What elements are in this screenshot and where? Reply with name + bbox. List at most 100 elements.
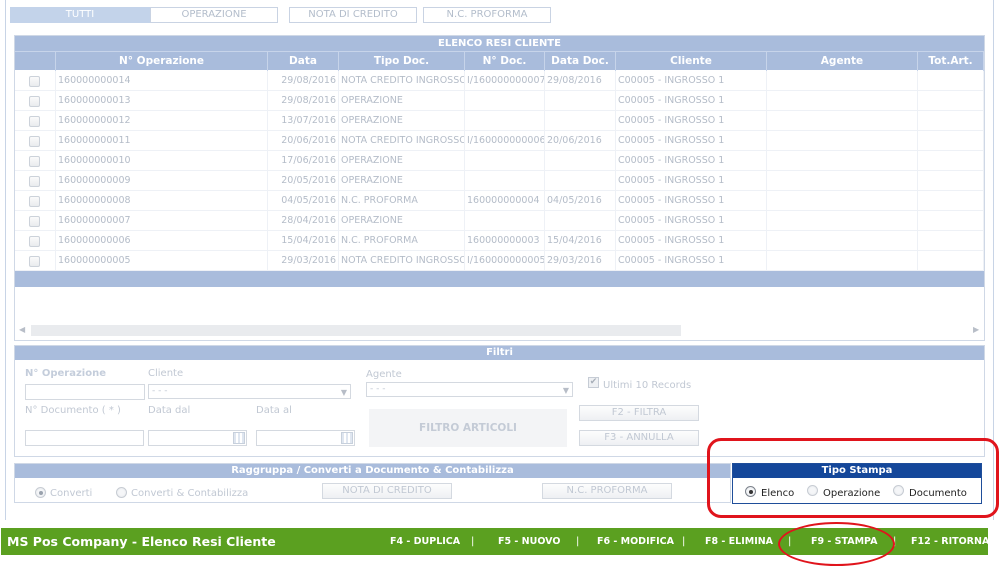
table-cell: I/160000000005 [465, 251, 545, 271]
tab-nc-proforma[interactable]: N.C. PROFORMA [423, 7, 551, 23]
row-checkbox[interactable] [29, 116, 40, 127]
cliente-label: Cliente [148, 368, 184, 379]
documento-input[interactable] [25, 430, 144, 446]
calendar-icon[interactable] [341, 432, 353, 444]
row-checkbox[interactable] [29, 256, 40, 267]
table-row[interactable]: 160000000012 13/07/2016 OPERAZIONE C00005 -… [15, 111, 984, 131]
table-cell: N.C. PROFORMA [339, 191, 465, 211]
table-row[interactable]: 160000000010 17/06/2016 OPERAZIONE C00005 -… [15, 151, 984, 171]
row-checkbox[interactable] [29, 136, 40, 147]
col-header-num-doc[interactable]: N° Doc. [465, 52, 545, 71]
table-cell: C00005 - INGROSSO 1 [616, 251, 767, 271]
table-row[interactable]: 160000000011 20/06/2016 NOTA CREDITO INGRO… [15, 131, 984, 151]
operazione-input[interactable] [25, 384, 145, 400]
scroll-right-icon[interactable]: ▶ [973, 325, 979, 334]
converti-radio[interactable] [35, 487, 46, 498]
col-header-tot-art[interactable]: Tot.Art. [918, 52, 984, 71]
table-cell: 160000000006 [56, 231, 268, 251]
row-select-cell [15, 111, 56, 131]
duplica-button[interactable]: F4 - DUPLICA [390, 528, 460, 555]
cliente-value: - - - [152, 386, 168, 396]
table-row[interactable]: 160000000009 20/05/2016 OPERAZIONE C00005 -… [15, 171, 984, 191]
ritorna-button[interactable]: F12 - RITORNA [911, 528, 989, 555]
table-cell: 29/03/2016 [268, 251, 339, 271]
col-header-select[interactable] [15, 52, 56, 71]
raggruppa-title: Raggruppa / Converti a Documento & Conta… [15, 464, 730, 478]
table-cell [918, 131, 984, 151]
table-cell: 04/05/2016 [268, 191, 339, 211]
elimina-button[interactable]: F8 - ELIMINA [705, 528, 773, 555]
table-cell [918, 191, 984, 211]
separator: | [682, 536, 686, 547]
table-cell: 160000000005 [56, 251, 268, 271]
row-select-cell [15, 71, 56, 91]
col-header-operazione[interactable]: N° Operazione [56, 52, 268, 71]
ultimi-checkbox[interactable]: ✔ [588, 377, 599, 388]
table-cell: 160000000007 [56, 211, 268, 231]
table-cell: 20/06/2016 [545, 131, 616, 151]
converti-contabilizza-radio[interactable] [116, 487, 127, 498]
horizontal-scrollbar[interactable]: ◀ ▶ [15, 322, 984, 340]
table-cell: 15/04/2016 [268, 231, 339, 251]
row-select-cell [15, 211, 56, 231]
documento-label: N° Documento ( * ) [25, 405, 121, 416]
col-header-data[interactable]: Data [268, 52, 339, 71]
nuovo-button[interactable]: F5 - NUOVO [498, 528, 560, 555]
row-checkbox[interactable] [29, 176, 40, 187]
table-cell: 160000000010 [56, 151, 268, 171]
data-al-input[interactable] [256, 430, 355, 446]
data-dal-input[interactable] [148, 430, 247, 446]
raggruppa-panel: Raggruppa / Converti a Documento & Conta… [14, 463, 731, 503]
col-header-agente[interactable]: Agente [767, 52, 918, 71]
scroll-left-icon[interactable]: ◀ [19, 325, 25, 334]
tab-nota-di-credito[interactable]: NOTA DI CREDITO [289, 7, 417, 23]
col-header-tipo-doc[interactable]: Tipo Doc. [339, 52, 465, 71]
table-row[interactable]: 160000000014 29/08/2016 NOTA CREDITO INGRO… [15, 71, 984, 91]
table-row[interactable]: 160000000007 28/04/2016 OPERAZIONE C00005 -… [15, 211, 984, 231]
table-cell: NOTA CREDITO INGROSSO [339, 71, 465, 91]
calendar-icon[interactable] [233, 432, 245, 444]
table-cell [767, 131, 918, 151]
agente-label: Agente [366, 369, 402, 380]
table-row[interactable]: 160000000013 29/08/2016 OPERAZIONE C00005 -… [15, 91, 984, 111]
table-cell [767, 211, 918, 231]
table-cell: C00005 - INGROSSO 1 [616, 111, 767, 131]
tab-operazione[interactable]: OPERAZIONE [150, 7, 278, 23]
row-checkbox[interactable] [29, 156, 40, 167]
table-row[interactable]: 160000000006 15/04/2016 N.C. PROFORMA 16000… [15, 231, 984, 251]
app-title: MS Pos Company - Elenco Resi Cliente [7, 534, 276, 549]
table-cell: C00005 - INGROSSO 1 [616, 151, 767, 171]
table-cell [918, 231, 984, 251]
col-header-cliente[interactable]: Cliente [616, 52, 767, 71]
table-cell: 160000000004 [465, 191, 545, 211]
annulla-button[interactable]: F3 - ANNULLA [579, 430, 699, 446]
agente-select[interactable]: - - - ▼ [366, 382, 573, 397]
table-cell: 29/08/2016 [545, 71, 616, 91]
row-checkbox[interactable] [29, 196, 40, 207]
cliente-select[interactable]: - - - ▼ [148, 384, 351, 399]
row-checkbox[interactable] [29, 96, 40, 107]
nota-di-credito-button[interactable]: NOTA DI CREDITO [322, 483, 452, 499]
filtra-button[interactable]: F2 - FILTRA [579, 405, 699, 421]
table-cell [465, 91, 545, 111]
table-cell [767, 251, 918, 271]
table-cell: C00005 - INGROSSO 1 [616, 131, 767, 151]
table-row[interactable]: 160000000005 29/03/2016 NOTA CREDITO INGRO… [15, 251, 984, 271]
tab-tutti[interactable]: TUTTI [10, 7, 150, 23]
table-cell: 160000000009 [56, 171, 268, 191]
filtro-articoli-button[interactable]: FILTRO ARTICOLI [369, 409, 567, 447]
row-select-cell [15, 131, 56, 151]
col-header-data-doc[interactable]: Data Doc. [545, 52, 616, 71]
modifica-button[interactable]: F6 - MODIFICA [597, 528, 674, 555]
table-cell [767, 151, 918, 171]
nc-proforma-button[interactable]: N.C. PROFORMA [542, 483, 672, 499]
table-row[interactable]: 160000000008 04/05/2016 N.C. PROFORMA 16000… [15, 191, 984, 211]
row-checkbox[interactable] [29, 236, 40, 247]
table-cell [545, 111, 616, 131]
row-checkbox[interactable] [29, 216, 40, 227]
row-checkbox[interactable] [29, 76, 40, 87]
scrollbar-thumb[interactable] [31, 325, 681, 336]
table-cell [918, 91, 984, 111]
table-cell [767, 191, 918, 211]
data-dal-label: Data dal [148, 405, 191, 416]
